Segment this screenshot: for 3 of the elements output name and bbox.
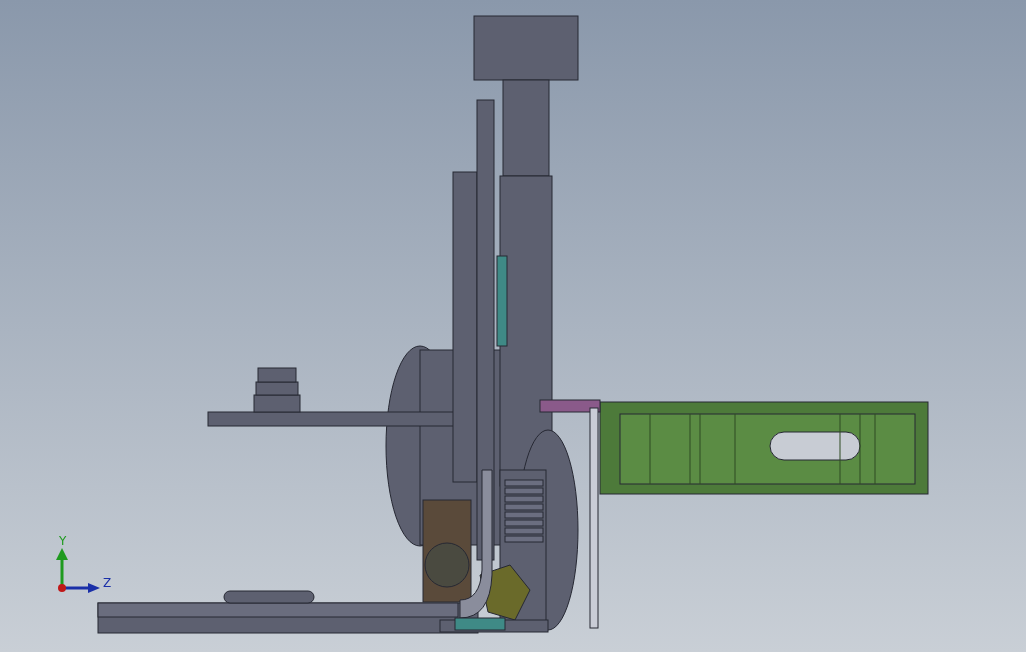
- axis-label: Z: [103, 576, 112, 590]
- axis-label: Y: [59, 534, 67, 548]
- origin-dot: [58, 584, 66, 592]
